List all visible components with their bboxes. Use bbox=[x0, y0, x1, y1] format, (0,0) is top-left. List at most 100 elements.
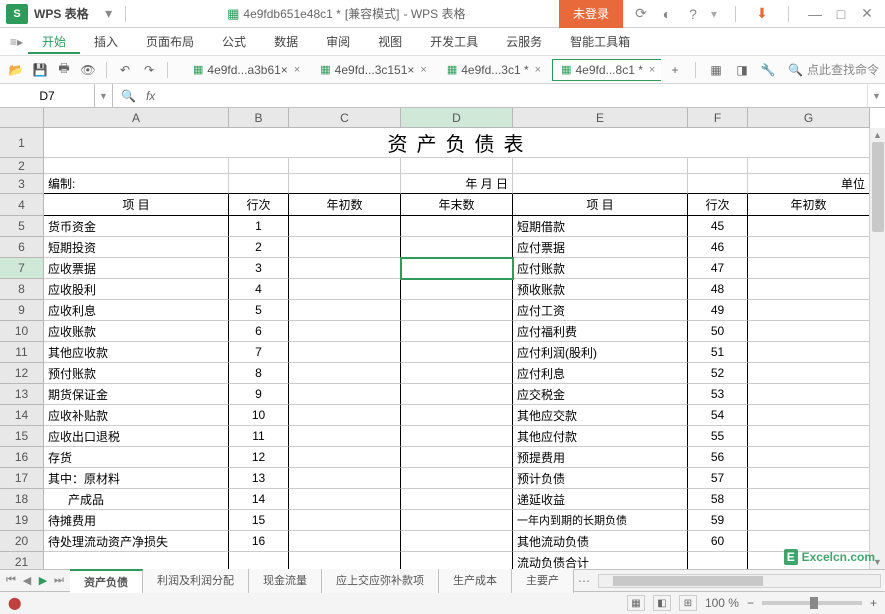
col-header-D[interactable]: D bbox=[401, 108, 513, 128]
cell-G9[interactable] bbox=[748, 300, 870, 321]
cell-E2[interactable] bbox=[513, 158, 688, 174]
cell-B12[interactable]: 8 bbox=[229, 363, 289, 384]
cell-A5[interactable]: 货币资金 bbox=[44, 216, 229, 237]
minimize-button[interactable]: — bbox=[807, 6, 823, 22]
col-header-C[interactable]: C bbox=[289, 108, 401, 128]
cell-D12[interactable] bbox=[401, 363, 513, 384]
row-header-3[interactable]: 3 bbox=[0, 174, 44, 194]
cell-A11[interactable]: 其他应收款 bbox=[44, 342, 229, 363]
cell-B16[interactable]: 12 bbox=[229, 447, 289, 468]
col-header-E[interactable]: E bbox=[513, 108, 688, 128]
cell-F17[interactable]: 57 bbox=[688, 468, 748, 489]
cell-F16[interactable]: 56 bbox=[688, 447, 748, 468]
cell-E14[interactable]: 其他应交款 bbox=[513, 405, 688, 426]
cell-F4[interactable]: 行次 bbox=[688, 194, 748, 216]
row-header-18[interactable]: 18 bbox=[0, 489, 44, 510]
cell-D14[interactable] bbox=[401, 405, 513, 426]
view-normal-button[interactable]: ▦ bbox=[627, 595, 645, 611]
help-icon[interactable]: ? bbox=[685, 6, 701, 22]
cell-E19[interactable]: 一年内到期的长期负债 bbox=[513, 510, 688, 531]
scroll-sheets-icon[interactable]: ⋯ bbox=[574, 574, 594, 588]
cell-B14[interactable]: 10 bbox=[229, 405, 289, 426]
cell-F13[interactable]: 53 bbox=[688, 384, 748, 405]
menu-item-3[interactable]: 公式 bbox=[208, 29, 260, 54]
zoom-out-button[interactable]: − bbox=[747, 596, 754, 610]
cell-B18[interactable]: 14 bbox=[229, 489, 289, 510]
cell-ref-dropdown[interactable]: ▼ bbox=[95, 84, 113, 107]
print-icon[interactable]: 🖶 bbox=[54, 60, 74, 80]
wrench-icon[interactable]: 🔧 bbox=[758, 60, 778, 80]
row-header-7[interactable]: 7 bbox=[0, 258, 44, 279]
cell-C20[interactable] bbox=[289, 531, 401, 552]
fx-search-icon[interactable]: 🔍 bbox=[121, 89, 136, 103]
cell-E3[interactable] bbox=[513, 174, 688, 194]
cell-C9[interactable] bbox=[289, 300, 401, 321]
row-header-12[interactable]: 12 bbox=[0, 363, 44, 384]
cell-F15[interactable]: 55 bbox=[688, 426, 748, 447]
cell-C10[interactable] bbox=[289, 321, 401, 342]
cell-G12[interactable] bbox=[748, 363, 870, 384]
menu-item-5[interactable]: 审阅 bbox=[312, 29, 364, 54]
cell-F14[interactable]: 54 bbox=[688, 405, 748, 426]
cell-reference-box[interactable]: D7 bbox=[0, 84, 95, 107]
cell-G16[interactable] bbox=[748, 447, 870, 468]
cell-A10[interactable]: 应收账款 bbox=[44, 321, 229, 342]
row-header-8[interactable]: 8 bbox=[0, 279, 44, 300]
cell-D5[interactable] bbox=[401, 216, 513, 237]
cell-E18[interactable]: 递延收益 bbox=[513, 489, 688, 510]
close-icon[interactable]: × bbox=[535, 64, 541, 76]
row-header-13[interactable]: 13 bbox=[0, 384, 44, 405]
close-icon[interactable]: × bbox=[649, 64, 655, 76]
cell-D3[interactable]: 年 月 日 bbox=[401, 174, 513, 194]
menu-item-6[interactable]: 视图 bbox=[364, 29, 416, 54]
cell-G6[interactable] bbox=[748, 237, 870, 258]
login-button[interactable]: 未登录 bbox=[559, 0, 623, 28]
cell-C6[interactable] bbox=[289, 237, 401, 258]
file-tab-1[interactable]: ▦4e9fd...3c151×× bbox=[311, 59, 436, 81]
cell-B21[interactable] bbox=[229, 552, 289, 569]
cell-F5[interactable]: 45 bbox=[688, 216, 748, 237]
zoom-slider[interactable] bbox=[762, 601, 862, 605]
file-tab-0[interactable]: ▦4e9fd...a3b61×× bbox=[184, 59, 309, 81]
sheet-tab-4[interactable]: 生产成本 bbox=[439, 569, 512, 593]
cell-E8[interactable]: 预收账款 bbox=[513, 279, 688, 300]
row-header-5[interactable]: 5 bbox=[0, 216, 44, 237]
cell-G17[interactable] bbox=[748, 468, 870, 489]
sheet-tab-1[interactable]: 利润及利润分配 bbox=[143, 569, 249, 593]
row-header-11[interactable]: 11 bbox=[0, 342, 44, 363]
cell-E10[interactable]: 应付福利费 bbox=[513, 321, 688, 342]
cell-A6[interactable]: 短期投资 bbox=[44, 237, 229, 258]
cell-F9[interactable]: 49 bbox=[688, 300, 748, 321]
cell-A16[interactable]: 存货 bbox=[44, 447, 229, 468]
cell-G13[interactable] bbox=[748, 384, 870, 405]
cell-E13[interactable]: 应交税金 bbox=[513, 384, 688, 405]
close-button[interactable]: ✕ bbox=[859, 6, 875, 22]
cell-D6[interactable] bbox=[401, 237, 513, 258]
next-sheet-button[interactable]: ▶ bbox=[36, 574, 50, 588]
row-header-21[interactable]: 21 bbox=[0, 552, 44, 569]
cell-C13[interactable] bbox=[289, 384, 401, 405]
cell-A17[interactable]: 其中：原材料 bbox=[44, 468, 229, 489]
cell-G5[interactable] bbox=[748, 216, 870, 237]
grid-icon[interactable]: ▦ bbox=[706, 60, 726, 80]
cell-G21[interactable] bbox=[748, 552, 870, 569]
cell-D15[interactable] bbox=[401, 426, 513, 447]
close-icon[interactable]: × bbox=[294, 64, 300, 76]
cell-E11[interactable]: 应付利润(股利) bbox=[513, 342, 688, 363]
prev-sheet-button[interactable]: ◀ bbox=[20, 574, 34, 588]
cell-E16[interactable]: 预提费用 bbox=[513, 447, 688, 468]
dropdown-icon[interactable]: ▾ bbox=[101, 6, 117, 22]
row-header-2[interactable]: 2 bbox=[0, 158, 44, 174]
print-preview-icon[interactable]: 👁 bbox=[78, 60, 98, 80]
cell-B19[interactable]: 15 bbox=[229, 510, 289, 531]
cell-B17[interactable]: 13 bbox=[229, 468, 289, 489]
col-header-A[interactable]: A bbox=[44, 108, 229, 128]
cell-B6[interactable]: 2 bbox=[229, 237, 289, 258]
cell-B5[interactable]: 1 bbox=[229, 216, 289, 237]
formula-expand-icon[interactable]: ▼ bbox=[867, 84, 885, 107]
cell-E17[interactable]: 预计负债 bbox=[513, 468, 688, 489]
cell-G2[interactable] bbox=[748, 158, 870, 174]
cell-A13[interactable]: 期货保证金 bbox=[44, 384, 229, 405]
menu-item-0[interactable]: 开始 bbox=[28, 29, 80, 54]
cell-D7[interactable] bbox=[401, 258, 513, 279]
